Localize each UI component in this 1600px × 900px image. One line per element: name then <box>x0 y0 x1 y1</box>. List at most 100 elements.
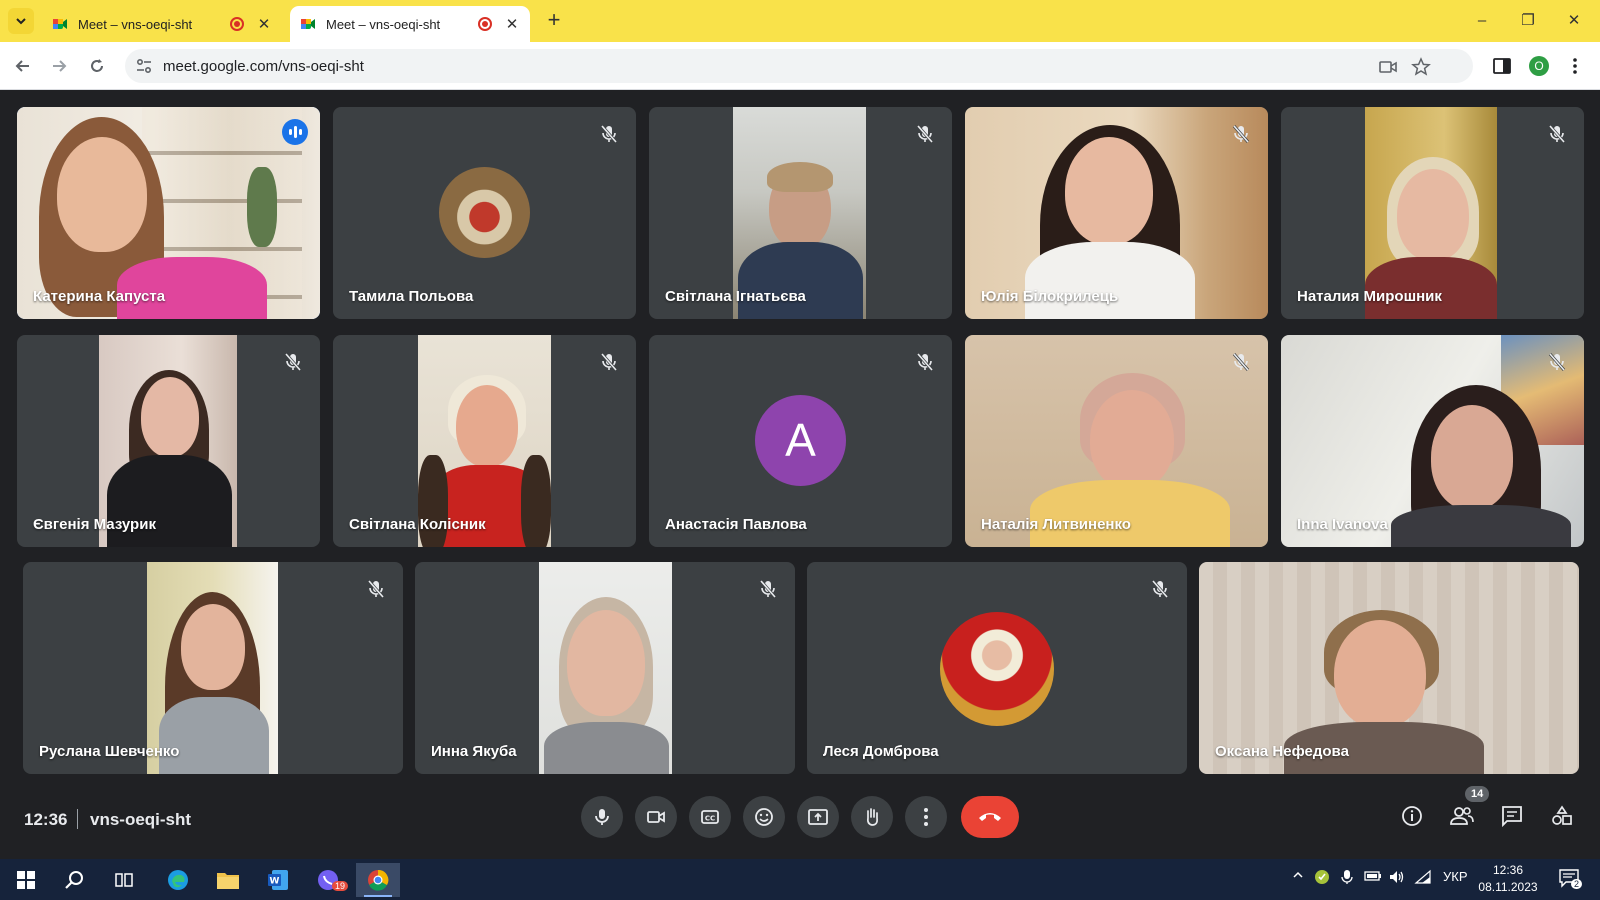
browser-toolbar: meet.google.com/vns-oeqi-sht O <box>0 42 1600 90</box>
participant-tile[interactable]: A Анастасія Павлова <box>649 335 952 547</box>
microphone-off-icon <box>916 125 934 143</box>
activities-button[interactable] <box>1544 798 1580 834</box>
keyboard-language[interactable]: УКР <box>1443 869 1468 884</box>
participant-tile[interactable]: Оксана Нефедова <box>1199 562 1579 774</box>
start-button[interactable] <box>4 863 48 897</box>
more-options-button[interactable] <box>905 796 947 838</box>
tray-app-icon[interactable] <box>1314 869 1330 888</box>
participant-tile[interactable]: Світлана Ігнатьєва <box>649 107 952 319</box>
participant-name: Оксана Нефедова <box>1215 743 1349 760</box>
svg-text:W: W <box>270 877 280 887</box>
wifi-icon <box>1414 869 1431 884</box>
present-to-all-icon <box>808 809 828 825</box>
site-settings-icon[interactable] <box>135 57 153 75</box>
chat-button[interactable] <box>1494 798 1530 834</box>
microphone-off-icon <box>1232 353 1250 371</box>
raise-hand-button[interactable] <box>851 796 893 838</box>
side-panel-icon[interactable] <box>1492 56 1512 76</box>
captions-button[interactable]: CC <box>689 796 731 838</box>
participant-tile[interactable]: Тамила Польова <box>333 107 636 319</box>
chevron-down-icon <box>16 18 26 25</box>
chevron-up-icon <box>1293 871 1303 878</box>
word-icon: W <box>268 870 288 890</box>
browser-tab-bar: Meet – vns-oeqi-sht ✕ Meet – vns-oeqi-sh… <box>0 0 1600 42</box>
microphone-off-icon <box>284 353 302 371</box>
microphone-off-icon <box>759 580 777 598</box>
participant-tile[interactable]: Євгенія Мазурик <box>17 335 320 547</box>
google-meet-icon <box>52 16 68 32</box>
tab-close-button[interactable]: ✕ <box>256 15 272 33</box>
window-close-button[interactable]: ✕ <box>1556 8 1592 34</box>
notifications-button[interactable]: 2 <box>1558 867 1583 892</box>
microphone-icon <box>595 809 609 825</box>
microphone-icon <box>1341 870 1353 884</box>
recording-indicator-icon <box>230 17 244 31</box>
star-icon[interactable] <box>1411 57 1431 77</box>
participant-name: Світлана Колісник <box>349 516 486 533</box>
meeting-code: vns-oeqi-sht <box>90 810 192 829</box>
show-hidden-icons-button[interactable] <box>1292 869 1304 884</box>
participant-name: Inna Ivanova <box>1297 516 1388 533</box>
leave-call-button[interactable] <box>961 796 1019 838</box>
participant-name: Світлана Ігнатьєва <box>665 288 806 305</box>
participant-tile[interactable]: Наталия Мирошник <box>1281 107 1584 319</box>
tab-title: Meet – vns-oeqi-sht <box>78 16 193 32</box>
taskbar-file-explorer[interactable] <box>206 863 250 897</box>
participant-tile[interactable]: Світлана Колісник <box>333 335 636 547</box>
browser-tab-2[interactable]: Meet – vns-oeqi-sht ✕ <box>290 6 530 42</box>
reload-button[interactable] <box>84 53 110 79</box>
microphone-off-icon <box>1151 580 1169 598</box>
hand-icon <box>866 808 878 826</box>
taskbar-search-button[interactable] <box>52 863 96 897</box>
videocam-icon <box>647 811 665 823</box>
participant-tile[interactable]: Катерина Капуста <box>17 107 320 319</box>
participant-tile[interactable]: Inna Ivanova <box>1281 335 1584 547</box>
forward-button[interactable] <box>46 53 72 79</box>
tray-volume[interactable] <box>1388 869 1406 888</box>
tab-close-button[interactable]: ✕ <box>504 15 520 33</box>
taskbar-word[interactable]: W <box>256 863 300 897</box>
camera-in-use-icon[interactable] <box>1378 57 1398 77</box>
edge-browser-icon <box>168 870 188 890</box>
participant-name: Инна Якуба <box>431 743 517 760</box>
new-tab-button[interactable]: + <box>542 9 566 33</box>
people-button[interactable] <box>1444 798 1480 834</box>
address-bar[interactable]: meet.google.com/vns-oeqi-sht <box>125 49 1473 83</box>
microphone-button[interactable] <box>581 796 623 838</box>
svg-text:CC: CC <box>705 815 715 823</box>
participant-name: Юлія Білокрилець <box>981 288 1119 305</box>
taskbar-viber[interactable]: 19 <box>306 863 350 897</box>
task-view-button[interactable] <box>102 863 146 897</box>
more-vert-icon[interactable] <box>1570 56 1580 76</box>
present-screen-button[interactable] <box>797 796 839 838</box>
participant-tile[interactable]: Леся Домброва <box>807 562 1187 774</box>
restore-button[interactable]: ❐ <box>1510 8 1546 34</box>
back-button[interactable] <box>10 53 36 79</box>
taskbar-date: 08.11.2023 <box>1478 880 1538 894</box>
participant-name: Катерина Капуста <box>33 288 166 305</box>
tray-network[interactable] <box>1414 869 1432 888</box>
taskbar-clock[interactable]: 12:36 08.11.2023 <box>1468 862 1548 896</box>
tray-microphone[interactable] <box>1340 869 1354 888</box>
tab-search-button[interactable] <box>8 8 34 34</box>
participant-tile[interactable]: Руслана Шевченко <box>23 562 403 774</box>
folder-icon <box>217 873 239 889</box>
profile-avatar[interactable]: O <box>1529 56 1549 76</box>
taskbar-edge[interactable] <box>156 863 200 897</box>
microphone-off-icon <box>916 353 934 371</box>
taskbar-chrome[interactable] <box>356 863 400 897</box>
microphone-off-icon <box>1232 125 1250 143</box>
task-view-icon <box>115 873 133 887</box>
participant-tile[interactable]: Юлія Білокрилець <box>965 107 1268 319</box>
camera-button[interactable] <box>635 796 677 838</box>
activities-icon <box>1552 805 1572 825</box>
participant-tile[interactable]: Наталія Литвиненко <box>965 335 1268 547</box>
tray-battery[interactable] <box>1364 869 1382 886</box>
minimize-button[interactable]: – <box>1464 8 1500 34</box>
info-icon <box>1402 806 1422 826</box>
reactions-button[interactable] <box>743 796 785 838</box>
meeting-details-button[interactable] <box>1394 798 1430 834</box>
participant-count-badge: 14 <box>1465 786 1490 802</box>
participant-tile[interactable]: Инна Якуба <box>415 562 795 774</box>
browser-tab-1[interactable]: Meet – vns-oeqi-sht ✕ <box>42 6 282 42</box>
